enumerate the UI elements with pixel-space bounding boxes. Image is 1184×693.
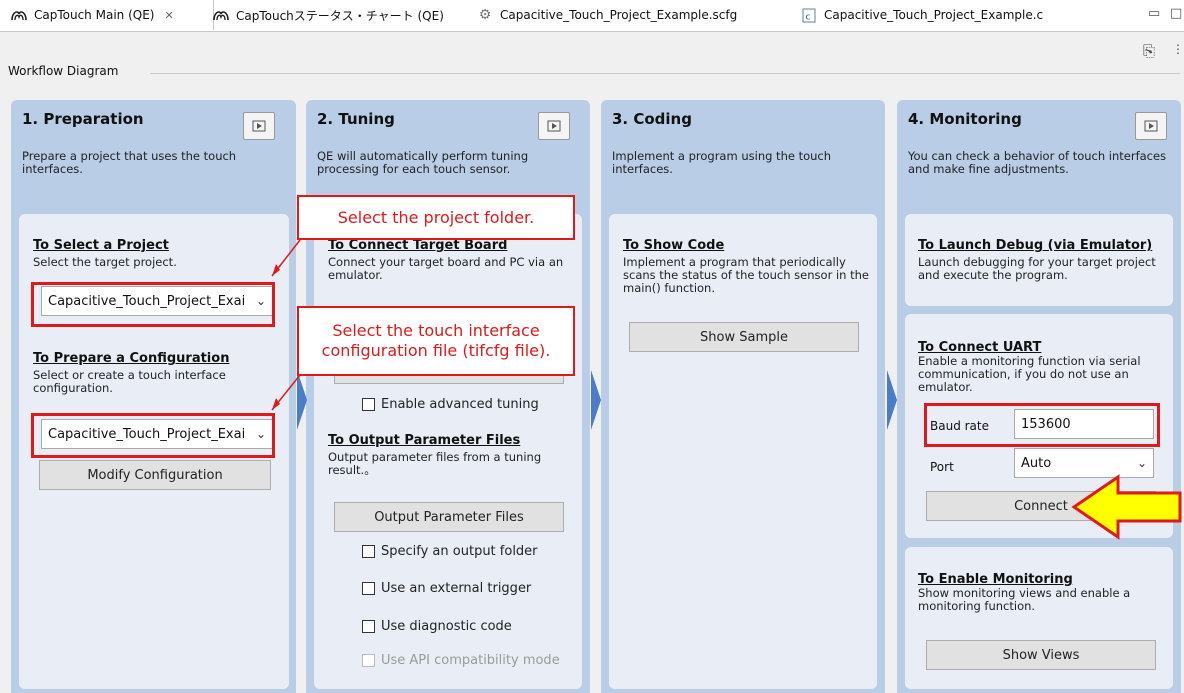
- callout-pointer-head: [272, 264, 280, 276]
- callout-project-folder: Select the project folder.: [297, 195, 575, 240]
- callout-pointer-head: [272, 398, 280, 410]
- annotation-arrows: [271, 239, 1182, 540]
- pointing-arrow-icon: [1071, 474, 1182, 540]
- callout-tifcfg: Select the touch interface configuration…: [297, 306, 575, 376]
